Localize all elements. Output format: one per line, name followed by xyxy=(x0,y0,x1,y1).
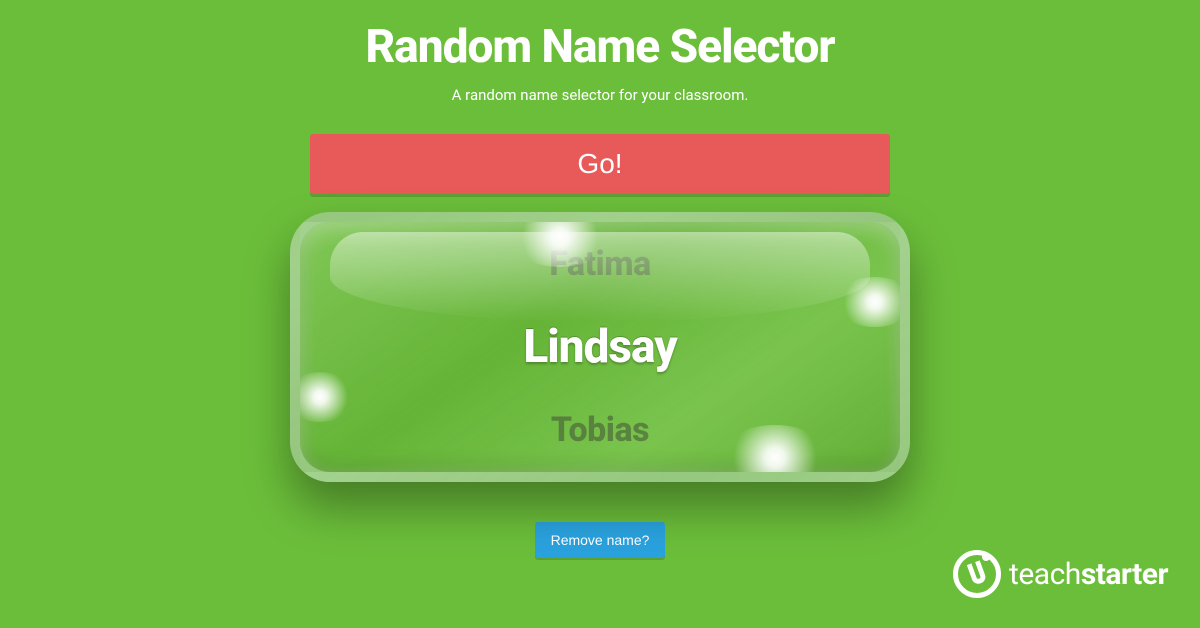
next-name: Tobias xyxy=(551,410,649,450)
page-subtitle: A random name selector for your classroo… xyxy=(452,86,749,104)
teachstarter-logo-icon xyxy=(953,550,1001,598)
selected-name: Lindsay xyxy=(523,320,676,374)
page-title: Random Name Selector xyxy=(365,20,834,74)
previous-name: Fatima xyxy=(549,244,650,284)
brand-name: teachstarter xyxy=(1009,557,1168,592)
glare-icon xyxy=(835,277,910,327)
glare-icon xyxy=(290,372,355,422)
go-button[interactable]: Go! xyxy=(310,134,890,194)
remove-name-button[interactable]: Remove name? xyxy=(535,522,666,558)
glare-icon xyxy=(720,425,830,482)
brand-logo-area: teachstarter xyxy=(953,550,1168,598)
name-display-panel: Fatima Lindsay Tobias xyxy=(290,212,910,482)
